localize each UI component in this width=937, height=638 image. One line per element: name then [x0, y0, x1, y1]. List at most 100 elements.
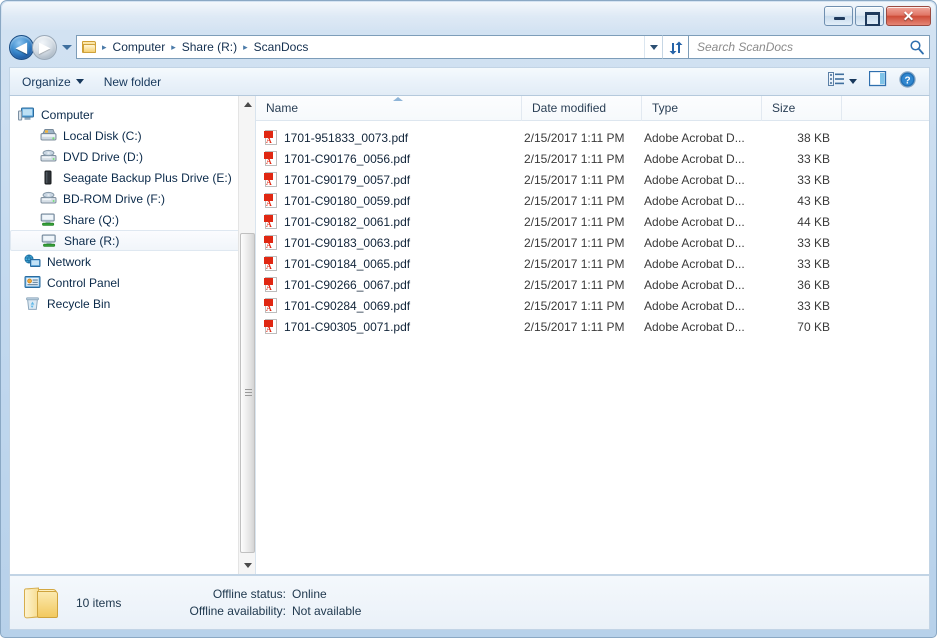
file-type-cell: Adobe Acrobat D... — [644, 277, 745, 292]
help-button[interactable]: ? — [894, 67, 921, 97]
pdf-file-icon: A — [264, 234, 278, 251]
breadcrumb-separator-2[interactable]: ▸ — [241, 42, 250, 53]
breadcrumb-item-computer[interactable]: Computer — [109, 39, 170, 55]
table-row[interactable]: A 1701-951833_0073.pdf 2/15/2017 1:11 PM… — [256, 127, 929, 148]
file-name-cell[interactable]: A 1701-951833_0073.pdf — [256, 129, 522, 146]
table-row[interactable]: A 1701-C90305_0071.pdf 2/15/2017 1:11 PM… — [256, 316, 929, 337]
file-name-cell[interactable]: A 1701-C90184_0065.pdf — [256, 255, 522, 272]
sidebar-item-computer[interactable]: Computer — [10, 104, 255, 125]
scrollbar-thumb[interactable] — [240, 233, 255, 553]
column-header-row: Name Date modified Type Size — [256, 96, 929, 121]
table-row[interactable]: A 1701-C90176_0056.pdf 2/15/2017 1:11 PM… — [256, 148, 929, 169]
preview-pane-button[interactable] — [864, 67, 892, 96]
file-name-label: 1701-C90176_0056.pdf — [284, 151, 411, 166]
file-list-pane: Name Date modified Type Size A 1701-9518… — [256, 96, 929, 574]
close-button[interactable]: ✕ — [886, 6, 931, 26]
table-row[interactable]: A 1701-C90182_0061.pdf 2/15/2017 1:11 PM… — [256, 211, 929, 232]
sidebar-item-label: Local Disk (C:) — [63, 128, 142, 143]
breadcrumb-item-share-r[interactable]: Share (R:) — [178, 39, 241, 55]
file-name-cell[interactable]: A 1701-C90182_0061.pdf — [256, 213, 522, 230]
organize-label: Organize — [22, 74, 71, 89]
pdf-file-icon: A — [264, 192, 278, 209]
scroll-up-button[interactable] — [239, 96, 255, 113]
table-row[interactable]: A 1701-C90266_0067.pdf 2/15/2017 1:11 PM… — [256, 274, 929, 295]
refresh-button[interactable] — [662, 35, 688, 59]
sidebar-item-recycle-bin[interactable]: Recycle Bin — [10, 293, 255, 314]
file-name-cell[interactable]: A 1701-C90284_0069.pdf — [256, 297, 522, 314]
pdf-file-icon: A — [264, 150, 278, 167]
breadcrumb-separator-1[interactable]: ▸ — [169, 42, 178, 53]
view-list-icon — [828, 72, 845, 91]
file-name-label: 1701-C90184_0065.pdf — [284, 256, 411, 271]
file-size-cell: 70 KB — [797, 319, 830, 334]
forward-button[interactable]: ▶ — [32, 34, 57, 60]
file-size-cell: 33 KB — [797, 298, 830, 313]
column-header-size[interactable]: Size — [762, 96, 842, 121]
offline-status-value: Online — [292, 586, 327, 601]
file-name-label: 1701-C90182_0061.pdf — [284, 214, 411, 229]
address-dropdown-button[interactable] — [644, 36, 662, 58]
hard-drive-icon — [40, 128, 58, 144]
column-header-type[interactable]: Type — [642, 96, 762, 121]
sidebar-item-dvd-drive-d[interactable]: DVD Drive (D:) — [10, 146, 255, 167]
table-row[interactable]: A 1701-C90284_0069.pdf 2/15/2017 1:11 PM… — [256, 295, 929, 316]
network-drive-icon — [41, 233, 59, 249]
search-input[interactable]: Search ScanDocs — [697, 40, 909, 54]
sidebar-item-label: Network — [47, 254, 92, 269]
new-folder-button[interactable]: New folder — [96, 71, 169, 93]
column-header-name[interactable]: Name — [256, 96, 522, 121]
sidebar-item-network[interactable]: Network — [10, 251, 255, 272]
table-row[interactable]: A 1701-C90184_0065.pdf 2/15/2017 1:11 PM… — [256, 253, 929, 274]
minimize-button[interactable] — [824, 6, 853, 26]
file-rows: A 1701-951833_0073.pdf 2/15/2017 1:11 PM… — [256, 121, 929, 337]
search-icon — [909, 39, 925, 55]
sidebar-item-local-disk-c[interactable]: Local Disk (C:) — [10, 125, 255, 146]
folder-icon — [81, 40, 98, 55]
organize-button[interactable]: Organize — [14, 71, 92, 93]
scroll-down-button[interactable] — [239, 557, 255, 574]
forward-arrow-icon: ▶ — [39, 38, 50, 55]
pdf-file-icon: A — [264, 276, 278, 293]
file-name-label: 1701-C90305_0071.pdf — [284, 319, 411, 334]
pdf-file-icon: A — [264, 171, 278, 188]
toolbar-right-group: ? — [823, 67, 929, 97]
sidebar-item-label: Share (Q:) — [63, 212, 120, 227]
file-name-cell[interactable]: A 1701-C90176_0056.pdf — [256, 150, 522, 167]
network-icon — [24, 254, 42, 270]
sidebar-item-bd-rom-drive-f[interactable]: BD-ROM Drive (F:) — [10, 188, 255, 209]
file-name-label: 1701-C90179_0057.pdf — [284, 172, 411, 187]
back-button[interactable]: ◀ — [9, 34, 34, 60]
view-chevron-down-icon — [849, 79, 857, 84]
file-name-cell[interactable]: A 1701-C90305_0071.pdf — [256, 318, 522, 335]
table-row[interactable]: A 1701-C90179_0057.pdf 2/15/2017 1:11 PM… — [256, 169, 929, 190]
control-panel-icon — [24, 275, 42, 291]
recent-locations-button[interactable] — [59, 37, 75, 57]
maximize-button[interactable] — [855, 6, 884, 26]
sidebar-item-control-panel[interactable]: Control Panel — [10, 272, 255, 293]
file-type-cell: Adobe Acrobat D... — [644, 214, 745, 229]
sidebar-item-share-r[interactable]: Share (R:) — [10, 230, 254, 251]
help-icon: ? — [899, 70, 916, 93]
file-name-cell[interactable]: A 1701-C90183_0063.pdf — [256, 234, 522, 251]
breadcrumb[interactable]: ▸ Computer ▸ Share (R:) ▸ ScanDocs — [76, 35, 662, 59]
sidebar-item-seagate-backup-plus-drive-e[interactable]: Seagate Backup Plus Drive (E:) — [10, 167, 255, 188]
file-name-cell[interactable]: A 1701-C90266_0067.pdf — [256, 276, 522, 293]
file-name-cell[interactable]: A 1701-C90180_0059.pdf — [256, 192, 522, 209]
change-view-button[interactable] — [823, 68, 862, 95]
breadcrumb-separator-0[interactable]: ▸ — [100, 42, 109, 53]
sidebar-item-share-q[interactable]: Share (Q:) — [10, 209, 255, 230]
navigation-pane-scrollbar[interactable] — [238, 96, 255, 574]
table-row[interactable]: A 1701-C90180_0059.pdf 2/15/2017 1:11 PM… — [256, 190, 929, 211]
sidebar-item-label: Computer — [41, 107, 94, 122]
column-header-name-label: Name — [266, 100, 299, 115]
search-box[interactable]: Search ScanDocs — [688, 35, 930, 59]
table-row[interactable]: A 1701-C90183_0063.pdf 2/15/2017 1:11 PM… — [256, 232, 929, 253]
sidebar-item-label: Share (R:) — [64, 233, 120, 248]
file-size-cell: 33 KB — [797, 256, 830, 271]
file-date-cell: 2/15/2017 1:11 PM — [524, 319, 625, 334]
sidebar-item-label: BD-ROM Drive (F:) — [63, 191, 165, 206]
file-name-cell[interactable]: A 1701-C90179_0057.pdf — [256, 171, 522, 188]
breadcrumb-item-scandocs[interactable]: ScanDocs — [250, 39, 313, 55]
pdf-file-icon: A — [264, 213, 278, 230]
column-header-date-modified[interactable]: Date modified — [522, 96, 642, 121]
